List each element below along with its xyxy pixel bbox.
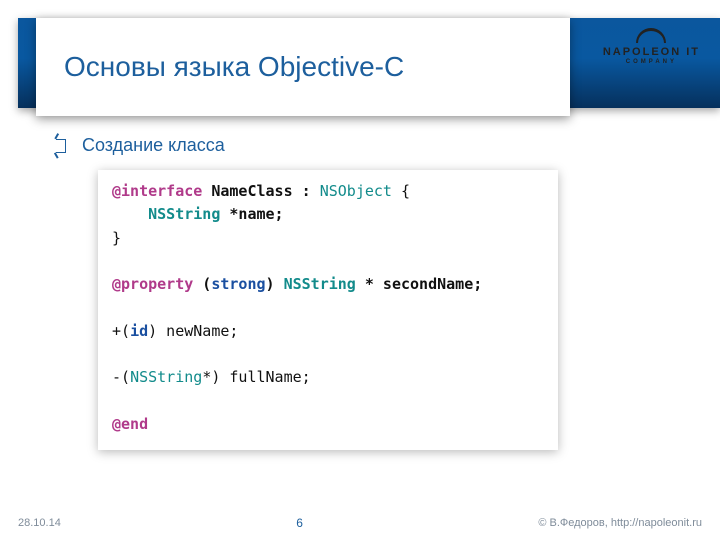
slide-title: Основы языка Objective-C bbox=[64, 51, 404, 83]
code-token: } bbox=[112, 229, 121, 247]
code-token: id bbox=[130, 322, 148, 340]
code-token: NSString bbox=[148, 205, 220, 223]
code-token: *name; bbox=[220, 205, 283, 223]
code-token: NameClass : bbox=[202, 182, 319, 200]
footer: 28.10.14 6 © В.Федоров, http://napoleoni… bbox=[18, 516, 702, 530]
code-token: @end bbox=[112, 415, 148, 433]
code-token: -( bbox=[112, 368, 130, 386]
code-token bbox=[112, 205, 148, 223]
code-token: ) newName; bbox=[148, 322, 238, 340]
code-token: ) bbox=[266, 275, 284, 293]
bullet-row: Создание класса bbox=[56, 135, 680, 156]
footer-date: 28.10.14 bbox=[18, 517, 61, 529]
bullet-icon bbox=[56, 139, 66, 153]
footer-credit: © В.Федоров, http://napoleonit.ru bbox=[538, 517, 702, 529]
code-token: NSObject bbox=[320, 182, 392, 200]
code-token: ( bbox=[193, 275, 211, 293]
logo-line1: NAPOLEON IT bbox=[603, 46, 700, 58]
code-token: @interface bbox=[112, 182, 202, 200]
code-token: * secondName; bbox=[356, 275, 482, 293]
content-area: Создание класса @interface NameClass : N… bbox=[56, 135, 680, 450]
logo-arc-icon bbox=[636, 28, 666, 43]
footer-page: 6 bbox=[296, 516, 303, 530]
code-token: strong bbox=[211, 275, 265, 293]
code-token: { bbox=[392, 182, 410, 200]
code-token: @property bbox=[112, 275, 193, 293]
company-logo: NAPOLEON IT COMPANY bbox=[603, 28, 700, 65]
code-token: NSString bbox=[130, 368, 202, 386]
title-card: Основы языка Objective-C bbox=[36, 18, 570, 116]
code-block: @interface NameClass : NSObject { NSStri… bbox=[98, 170, 558, 450]
logo-line2: COMPANY bbox=[603, 59, 700, 65]
code-token: NSString bbox=[284, 275, 356, 293]
code-token: +( bbox=[112, 322, 130, 340]
code-token: *) fullName; bbox=[202, 368, 310, 386]
bullet-text: Создание класса bbox=[82, 135, 225, 156]
